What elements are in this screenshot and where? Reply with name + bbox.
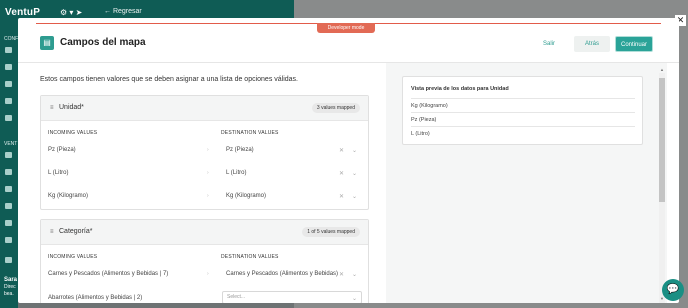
card-header: ≡ Categoría* 1 of 5 values mapped bbox=[41, 220, 368, 245]
chevron-down-icon[interactable]: ⌄ bbox=[352, 295, 357, 302]
destination-select[interactable]: L (Litro) bbox=[226, 170, 246, 176]
chevron-down-icon[interactable]: ⌄ bbox=[352, 170, 357, 177]
sidebar-icon[interactable] bbox=[5, 152, 12, 158]
incoming-values-header: INCOMING VALUES bbox=[48, 254, 98, 260]
preview-panel: Vista previa de los datos para Unidad Kg… bbox=[386, 63, 667, 303]
chevron-down-icon[interactable]: ⌄ bbox=[352, 147, 357, 154]
preview-title: Vista previa de los datos para Unidad bbox=[411, 86, 509, 92]
data-preview-card: Vista previa de los datos para Unidad Kg… bbox=[402, 76, 643, 145]
scroll-up-icon[interactable]: ▲ bbox=[660, 67, 664, 72]
topbar-icons[interactable]: ⚙ ▾ ➤ bbox=[60, 8, 82, 17]
sidebar-icon[interactable] bbox=[5, 169, 12, 175]
back-link[interactable]: ← Regresar bbox=[104, 8, 142, 15]
card-title: Unidad* bbox=[59, 104, 84, 111]
drag-handle-icon[interactable]: ≡ bbox=[50, 229, 54, 235]
card-header: ≡ Unidad* 3 values mapped bbox=[41, 96, 368, 121]
user-name: Sara bbox=[4, 277, 18, 283]
incoming-value: Pz (Pieza) bbox=[48, 147, 76, 153]
chevron-down-icon[interactable]: ⌄ bbox=[352, 271, 357, 278]
exit-button[interactable]: Salir bbox=[534, 36, 564, 52]
preview-row: Pz (Pieza) bbox=[411, 112, 635, 126]
clear-icon[interactable]: ✕ bbox=[339, 147, 344, 154]
mapped-count-badge: 1 of 5 values mapped bbox=[302, 227, 360, 237]
sidebar-icon[interactable] bbox=[5, 64, 12, 70]
sidebar-icon[interactable] bbox=[5, 186, 12, 192]
mapped-count-badge: 3 values mapped bbox=[311, 103, 360, 113]
chevron-down-icon[interactable]: ⌄ bbox=[352, 193, 357, 200]
continue-button[interactable]: Continuar bbox=[615, 36, 653, 52]
sidebar-icon[interactable] bbox=[5, 98, 12, 104]
user-info: Sara Direc bea. bbox=[4, 277, 17, 298]
sidebar-icon[interactable] bbox=[5, 237, 12, 243]
mapping-row: Kg (Kilogramo) › Kg (Kilogramo) ✕ ⌄ bbox=[41, 191, 370, 203]
help-icon[interactable] bbox=[5, 257, 12, 263]
incoming-values-header: INCOMING VALUES bbox=[48, 130, 98, 136]
destination-values-header: DESTINATION VALUES bbox=[221, 254, 279, 260]
sidebar-icon[interactable] bbox=[5, 47, 12, 53]
sidebar-section-label: CONF bbox=[4, 36, 19, 42]
clear-icon[interactable]: ✕ bbox=[339, 193, 344, 200]
mapping-card-unidad: ≡ Unidad* 3 values mapped INCOMING VALUE… bbox=[40, 95, 369, 210]
destination-values-header: DESTINATION VALUES bbox=[221, 130, 279, 136]
destination-select[interactable]: Pz (Pieza) bbox=[226, 147, 254, 153]
card-title: Categoría* bbox=[59, 228, 93, 235]
scrollbar-thumb[interactable] bbox=[659, 78, 665, 202]
arrow-icon: › bbox=[207, 193, 209, 199]
mapping-row: L (Litro) › L (Litro) ✕ ⌄ bbox=[41, 168, 370, 180]
preview-row: Kg (Kilogramo) bbox=[411, 98, 635, 112]
clear-icon[interactable]: ✕ bbox=[339, 170, 344, 177]
preview-row: L (Litro) bbox=[411, 126, 635, 140]
incoming-value: Carnes y Pescados (Alimentos y Bebidas |… bbox=[48, 271, 169, 277]
incoming-value: Abarrotes (Alimentos y Bebidas | 2) bbox=[48, 295, 143, 301]
destination-select[interactable]: Carnes y Pescados (Alimentos y Bebidas) bbox=[226, 271, 338, 277]
arrow-icon: › bbox=[207, 147, 209, 153]
mapping-row: Abarrotes (Alimentos y Bebidas | 2) Sele… bbox=[41, 291, 370, 303]
chat-icon[interactable]: 💬 bbox=[662, 279, 684, 301]
incoming-value: Kg (Kilogramo) bbox=[48, 193, 89, 199]
mapping-card-categoria: ≡ Categoría* 1 of 5 values mapped INCOMI… bbox=[40, 219, 369, 303]
sidebar-icon[interactable] bbox=[5, 220, 12, 226]
user-company: bea. bbox=[4, 291, 14, 297]
map-fields-icon: ▤ bbox=[40, 36, 54, 50]
app-logo: VentuP bbox=[5, 7, 41, 18]
sidebar-section-label: VENT bbox=[4, 141, 18, 147]
destination-select[interactable]: Kg (Kilogramo) bbox=[226, 193, 266, 199]
user-role: Direc bbox=[4, 284, 16, 290]
clear-icon[interactable]: ✕ bbox=[339, 271, 344, 278]
map-fields-modal: Developer mode ▤ Campos del mapa Salir A… bbox=[18, 18, 679, 303]
sidebar-icon[interactable] bbox=[5, 115, 12, 121]
modal-header: ▤ Campos del mapa Salir Atrás Continuar bbox=[18, 32, 679, 62]
mapping-row: Pz (Pieza) › Pz (Pieza) ✕ ⌄ bbox=[41, 145, 370, 157]
sidebar-icon[interactable] bbox=[5, 81, 12, 87]
arrow-icon: › bbox=[207, 170, 209, 176]
mapping-row: Carnes y Pescados (Alimentos y Bebidas |… bbox=[41, 269, 370, 281]
sidebar-icon[interactable] bbox=[5, 203, 12, 209]
mapping-panel: Estos campos tienen valores que se deben… bbox=[18, 63, 385, 303]
back-button[interactable]: Atrás bbox=[574, 36, 610, 52]
modal-title: Campos del mapa bbox=[60, 37, 146, 48]
incoming-value: L (Litro) bbox=[48, 170, 69, 176]
arrow-icon: › bbox=[207, 271, 209, 277]
intro-text: Estos campos tienen valores que se deben… bbox=[40, 76, 298, 83]
drag-handle-icon[interactable]: ≡ bbox=[50, 105, 54, 111]
destination-select[interactable]: Select... bbox=[222, 291, 362, 303]
